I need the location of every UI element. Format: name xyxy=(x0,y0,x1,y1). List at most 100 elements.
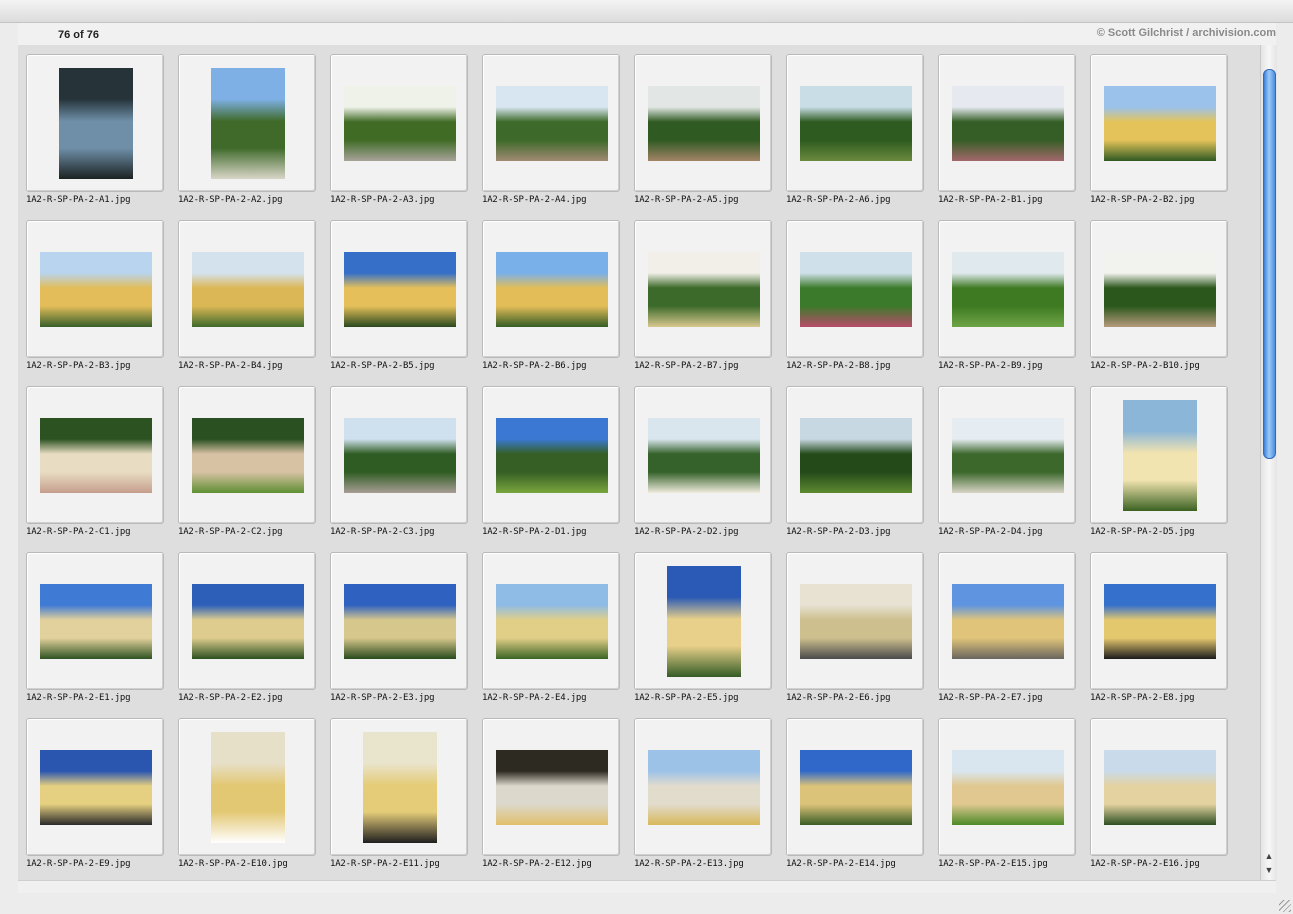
thumbnail-item[interactable]: 1A2-R-SP-PA-2-E16.jpg xyxy=(1090,718,1242,880)
thumbnail-item[interactable]: 1A2-R-SP-PA-2-E2.jpg xyxy=(178,552,330,718)
slide-mount[interactable] xyxy=(634,718,772,856)
slide-mount[interactable] xyxy=(178,220,316,358)
thumbnail-image[interactable] xyxy=(496,418,608,493)
slide-mount[interactable] xyxy=(938,718,1076,856)
thumbnail-item[interactable]: 1A2-R-SP-PA-2-D3.jpg xyxy=(786,386,938,552)
thumbnail-image[interactable] xyxy=(496,750,608,825)
slide-mount[interactable] xyxy=(482,220,620,358)
thumbnail-image[interactable] xyxy=(1104,750,1216,825)
thumbnail-item[interactable]: 1A2-R-SP-PA-2-E5.jpg xyxy=(634,552,786,718)
thumbnail-image[interactable] xyxy=(192,252,304,327)
slide-mount[interactable] xyxy=(178,718,316,856)
slide-mount[interactable] xyxy=(330,54,468,192)
slide-mount[interactable] xyxy=(482,718,620,856)
slide-mount[interactable] xyxy=(786,552,924,690)
thumbnail-item[interactable]: 1A2-R-SP-PA-2-E4.jpg xyxy=(482,552,634,718)
scroll-up-arrow-icon[interactable]: ▲ xyxy=(1263,850,1275,862)
slide-mount[interactable] xyxy=(26,718,164,856)
slide-mount[interactable] xyxy=(1090,718,1228,856)
thumbnail-item[interactable]: 1A2-R-SP-PA-2-D5.jpg xyxy=(1090,386,1242,552)
slide-mount[interactable] xyxy=(330,552,468,690)
thumbnail-image[interactable] xyxy=(496,86,608,161)
thumbnail-image[interactable] xyxy=(40,584,152,659)
thumbnail-item[interactable]: 1A2-R-SP-PA-2-B8.jpg xyxy=(786,220,938,386)
thumbnail-item[interactable]: 1A2-R-SP-PA-2-B4.jpg xyxy=(178,220,330,386)
slide-mount[interactable] xyxy=(482,386,620,524)
thumbnail-image[interactable] xyxy=(192,418,304,493)
slide-mount[interactable] xyxy=(482,552,620,690)
thumbnail-image[interactable] xyxy=(40,252,152,327)
thumbnail-image[interactable] xyxy=(800,418,912,493)
thumbnail-item[interactable]: 1A2-R-SP-PA-2-B5.jpg xyxy=(330,220,482,386)
thumbnail-item[interactable]: 1A2-R-SP-PA-2-A3.jpg xyxy=(330,54,482,220)
thumbnail-item[interactable]: 1A2-R-SP-PA-2-C2.jpg xyxy=(178,386,330,552)
slide-mount[interactable] xyxy=(26,220,164,358)
slide-mount[interactable] xyxy=(938,54,1076,192)
thumbnail-item[interactable]: 1A2-R-SP-PA-2-B1.jpg xyxy=(938,54,1090,220)
thumbnail-image[interactable] xyxy=(496,252,608,327)
thumbnail-item[interactable]: 1A2-R-SP-PA-2-E12.jpg xyxy=(482,718,634,880)
scroll-thumb[interactable] xyxy=(1263,69,1276,459)
thumbnail-image[interactable] xyxy=(192,584,304,659)
slide-mount[interactable] xyxy=(178,386,316,524)
thumbnail-image[interactable] xyxy=(211,68,285,179)
thumbnail-item[interactable]: 1A2-R-SP-PA-2-B3.jpg xyxy=(26,220,178,386)
slide-mount[interactable] xyxy=(1090,552,1228,690)
thumbnail-item[interactable]: 1A2-R-SP-PA-2-A6.jpg xyxy=(786,54,938,220)
slide-mount[interactable] xyxy=(786,220,924,358)
thumbnail-item[interactable]: 1A2-R-SP-PA-2-E8.jpg xyxy=(1090,552,1242,718)
thumbnail-item[interactable]: 1A2-R-SP-PA-2-E10.jpg xyxy=(178,718,330,880)
slide-mount[interactable] xyxy=(938,552,1076,690)
thumbnail-image[interactable] xyxy=(1104,252,1216,327)
thumbnail-item[interactable]: 1A2-R-SP-PA-2-E7.jpg xyxy=(938,552,1090,718)
thumbnail-image[interactable] xyxy=(952,584,1064,659)
slide-mount[interactable] xyxy=(634,552,772,690)
slide-mount[interactable] xyxy=(26,54,164,192)
thumbnail-item[interactable]: 1A2-R-SP-PA-2-B9.jpg xyxy=(938,220,1090,386)
slide-mount[interactable] xyxy=(786,386,924,524)
thumbnail-image[interactable] xyxy=(648,418,760,493)
thumbnail-item[interactable]: 1A2-R-SP-PA-2-A5.jpg xyxy=(634,54,786,220)
thumbnail-image[interactable] xyxy=(211,732,285,843)
vertical-scrollbar[interactable]: ▲ ▼ xyxy=(1260,45,1277,880)
thumbnail-item[interactable]: 1A2-R-SP-PA-2-E9.jpg xyxy=(26,718,178,880)
thumbnail-image[interactable] xyxy=(648,252,760,327)
thumbnail-image[interactable] xyxy=(952,86,1064,161)
thumbnail-item[interactable]: 1A2-R-SP-PA-2-C3.jpg xyxy=(330,386,482,552)
thumbnail-item[interactable]: 1A2-R-SP-PA-2-B2.jpg xyxy=(1090,54,1242,220)
slide-mount[interactable] xyxy=(26,552,164,690)
thumbnail-image[interactable] xyxy=(952,750,1064,825)
thumbnail-item[interactable]: 1A2-R-SP-PA-2-E11.jpg xyxy=(330,718,482,880)
thumbnail-image[interactable] xyxy=(496,584,608,659)
thumbnail-item[interactable]: 1A2-R-SP-PA-2-E13.jpg xyxy=(634,718,786,880)
slide-mount[interactable] xyxy=(178,552,316,690)
thumbnail-image[interactable] xyxy=(800,252,912,327)
thumbnail-item[interactable]: 1A2-R-SP-PA-2-B6.jpg xyxy=(482,220,634,386)
thumbnail-image[interactable] xyxy=(800,750,912,825)
thumbnail-item[interactable]: 1A2-R-SP-PA-2-A1.jpg xyxy=(26,54,178,220)
slide-mount[interactable] xyxy=(482,54,620,192)
thumbnail-image[interactable] xyxy=(952,418,1064,493)
thumbnail-image[interactable] xyxy=(800,584,912,659)
thumbnail-image[interactable] xyxy=(344,86,456,161)
thumbnail-item[interactable]: 1A2-R-SP-PA-2-A2.jpg xyxy=(178,54,330,220)
thumbnail-image[interactable] xyxy=(952,252,1064,327)
thumbnail-image[interactable] xyxy=(1123,400,1197,511)
slide-mount[interactable] xyxy=(1090,386,1228,524)
thumbnail-item[interactable]: 1A2-R-SP-PA-2-B10.jpg xyxy=(1090,220,1242,386)
thumbnail-item[interactable]: 1A2-R-SP-PA-2-E3.jpg xyxy=(330,552,482,718)
resize-grip-icon[interactable] xyxy=(1279,900,1291,912)
slide-mount[interactable] xyxy=(330,718,468,856)
thumbnail-image[interactable] xyxy=(648,86,760,161)
thumbnail-image[interactable] xyxy=(800,86,912,161)
thumbnail-image[interactable] xyxy=(40,418,152,493)
thumbnail-item[interactable]: 1A2-R-SP-PA-2-A4.jpg xyxy=(482,54,634,220)
thumbnail-image[interactable] xyxy=(1104,584,1216,659)
slide-mount[interactable] xyxy=(938,220,1076,358)
slide-mount[interactable] xyxy=(634,54,772,192)
slide-mount[interactable] xyxy=(330,386,468,524)
slide-mount[interactable] xyxy=(26,386,164,524)
thumbnail-image[interactable] xyxy=(344,252,456,327)
slide-mount[interactable] xyxy=(1090,54,1228,192)
thumbnail-image[interactable] xyxy=(344,418,456,493)
